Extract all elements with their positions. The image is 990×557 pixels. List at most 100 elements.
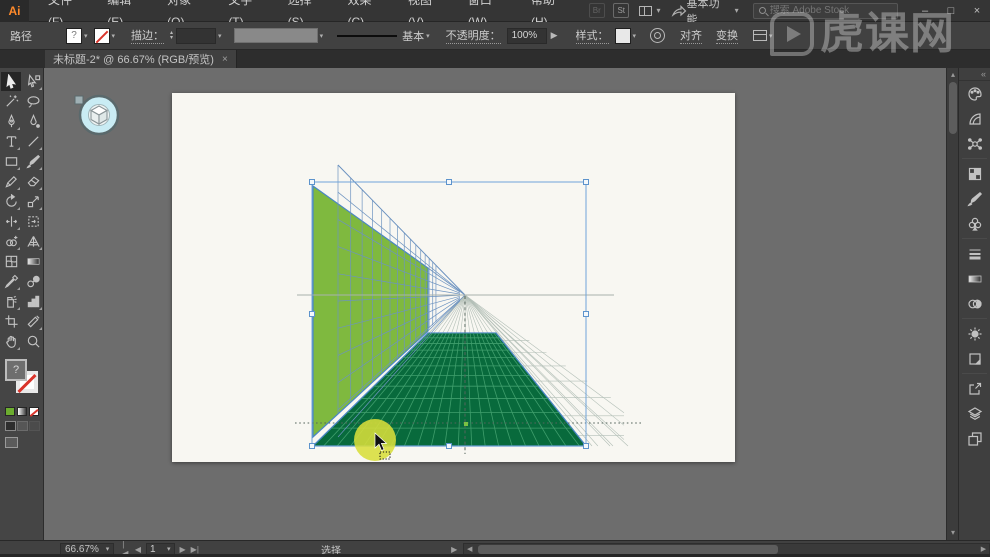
chevron-down-icon[interactable]: ▾ [633, 32, 637, 40]
share-button[interactable] [671, 4, 687, 18]
opacity-value[interactable]: 100% [507, 28, 547, 44]
tool-mesh[interactable] [1, 252, 21, 271]
arrange-documents-button[interactable]: ▾ [639, 6, 660, 16]
scroll-right-icon[interactable]: ▶ [978, 544, 989, 555]
recolor-artwork-icon[interactable] [650, 28, 665, 43]
tool-eraser[interactable] [23, 172, 43, 191]
bridge-icon[interactable]: Br [589, 3, 605, 18]
opacity-label[interactable]: 不透明度： [446, 27, 501, 44]
horizontal-scroll-thumb[interactable] [478, 545, 778, 554]
panel-brushes-icon[interactable] [959, 186, 990, 211]
tool-eyedropper[interactable] [1, 272, 21, 291]
stroke-weight-stepper[interactable]: ▴▾ [170, 31, 173, 41]
tool-pen[interactable] [1, 112, 21, 131]
maximize-button[interactable]: □ [938, 1, 964, 21]
tool-rectangle[interactable] [1, 152, 21, 171]
opacity-flyout-icon[interactable]: ▶ [551, 30, 558, 41]
panel-export-icon[interactable] [959, 376, 990, 401]
panel-transparency-icon[interactable] [959, 291, 990, 316]
isolate-icon[interactable] [753, 30, 767, 41]
perspective-plane-widget[interactable] [73, 89, 121, 137]
brush-preview [337, 35, 397, 37]
tool-perspective-grid[interactable] [23, 232, 43, 251]
style-swatch[interactable] [615, 28, 631, 44]
next-artboard-button[interactable]: ▶ [180, 545, 186, 554]
gradient-fill-button[interactable] [17, 407, 27, 416]
stock-search[interactable] [753, 3, 898, 19]
tool-direct-selection[interactable] [23, 72, 43, 91]
tool-rotate[interactable] [1, 192, 21, 211]
panel-appearance-icon[interactable] [959, 321, 990, 346]
status-flyout-icon[interactable]: ▶ [451, 545, 457, 554]
canvas[interactable] [44, 68, 946, 540]
prev-artboard-button[interactable]: ◀ [135, 545, 141, 554]
last-artboard-button[interactable]: ▶| [191, 545, 199, 554]
tool-scale[interactable] [23, 192, 43, 211]
color-fill-button[interactable] [5, 407, 15, 416]
tool-pencil[interactable] [1, 172, 21, 191]
panel-color-palette-icon[interactable] [959, 81, 990, 106]
tool-artboard[interactable] [1, 312, 21, 331]
document-tab[interactable]: 未标题-2* @ 66.67% (RGB/预览) × [45, 50, 237, 68]
draw-behind-button[interactable] [17, 421, 28, 431]
search-input[interactable] [770, 5, 890, 16]
tool-width[interactable] [1, 212, 21, 231]
tool-lasso[interactable] [23, 92, 43, 111]
panel-gradient-panel-icon[interactable] [959, 266, 990, 291]
chevron-down-icon[interactable]: ▾ [218, 32, 222, 40]
panel-artboards-icon[interactable] [959, 426, 990, 451]
fill-stroke-indicator[interactable]: ? [5, 359, 39, 401]
brush-definition[interactable]: 基本 [402, 28, 424, 44]
align-button[interactable]: 对齐 [680, 27, 702, 44]
scroll-left-icon[interactable]: ◀ [464, 544, 475, 555]
stroke-swatch[interactable] [94, 28, 110, 44]
tool-slice[interactable] [23, 312, 43, 331]
minimize-button[interactable]: – [912, 1, 938, 21]
tab-close-icon[interactable]: × [222, 54, 228, 65]
tool-line-segment[interactable] [23, 132, 43, 151]
stroke-weight-value[interactable] [176, 28, 216, 44]
fill-swatch[interactable]: ? [66, 28, 82, 44]
draw-normal-button[interactable] [5, 421, 16, 431]
tool-blend[interactable] [23, 272, 43, 291]
chevron-down-icon[interactable]: ▾ [84, 32, 88, 40]
tool-curvature[interactable] [23, 112, 43, 131]
tool-hand[interactable] [1, 332, 21, 351]
tool-magic-wand[interactable] [1, 92, 21, 111]
style-label[interactable]: 样式： [576, 27, 609, 44]
tool-free-transform[interactable] [23, 212, 43, 231]
tool-column-graph[interactable] [23, 292, 43, 311]
stroke-weight-label[interactable]: 描边： [131, 27, 164, 44]
dock-separator [962, 158, 987, 159]
panel-color-guide-icon[interactable] [959, 106, 990, 131]
artwork-svg[interactable] [172, 93, 735, 462]
screen-mode-button[interactable] [5, 437, 18, 448]
draw-inside-button[interactable] [29, 421, 40, 431]
chevron-down-icon[interactable]: ▾ [112, 32, 116, 40]
chevron-down-icon[interactable]: ▾ [769, 32, 773, 40]
none-fill-button[interactable] [29, 407, 39, 416]
expand-panels-icon[interactable]: « [981, 69, 986, 79]
chevron-down-icon[interactable]: ▾ [426, 32, 430, 40]
vertical-scrollbar[interactable]: ▴ ▾ [946, 68, 958, 540]
vertical-scroll-thumb[interactable] [949, 82, 957, 134]
close-button[interactable]: × [964, 1, 990, 21]
panel-graphic-styles-icon[interactable] [959, 346, 990, 371]
tool-type[interactable] [1, 132, 21, 151]
fill-indicator[interactable]: ? [5, 359, 27, 381]
tool-shape-builder[interactable] [1, 232, 21, 251]
panel-hub-icon[interactable] [959, 131, 990, 156]
tool-symbol-sprayer[interactable] [1, 292, 21, 311]
panel-symbols-icon[interactable] [959, 211, 990, 236]
drawing-modes [5, 421, 43, 431]
panel-stroke-icon[interactable] [959, 241, 990, 266]
panel-swatches-icon[interactable] [959, 161, 990, 186]
tool-paintbrush[interactable] [23, 152, 43, 171]
transform-button[interactable]: 变换 [716, 27, 738, 44]
tool-gradient[interactable] [23, 252, 43, 271]
stock-icon[interactable]: St [613, 3, 629, 18]
tool-zoom[interactable] [23, 332, 43, 351]
tool-selection[interactable] [1, 72, 21, 91]
dock-header[interactable]: « [959, 68, 990, 81]
panel-layers-icon[interactable] [959, 401, 990, 426]
